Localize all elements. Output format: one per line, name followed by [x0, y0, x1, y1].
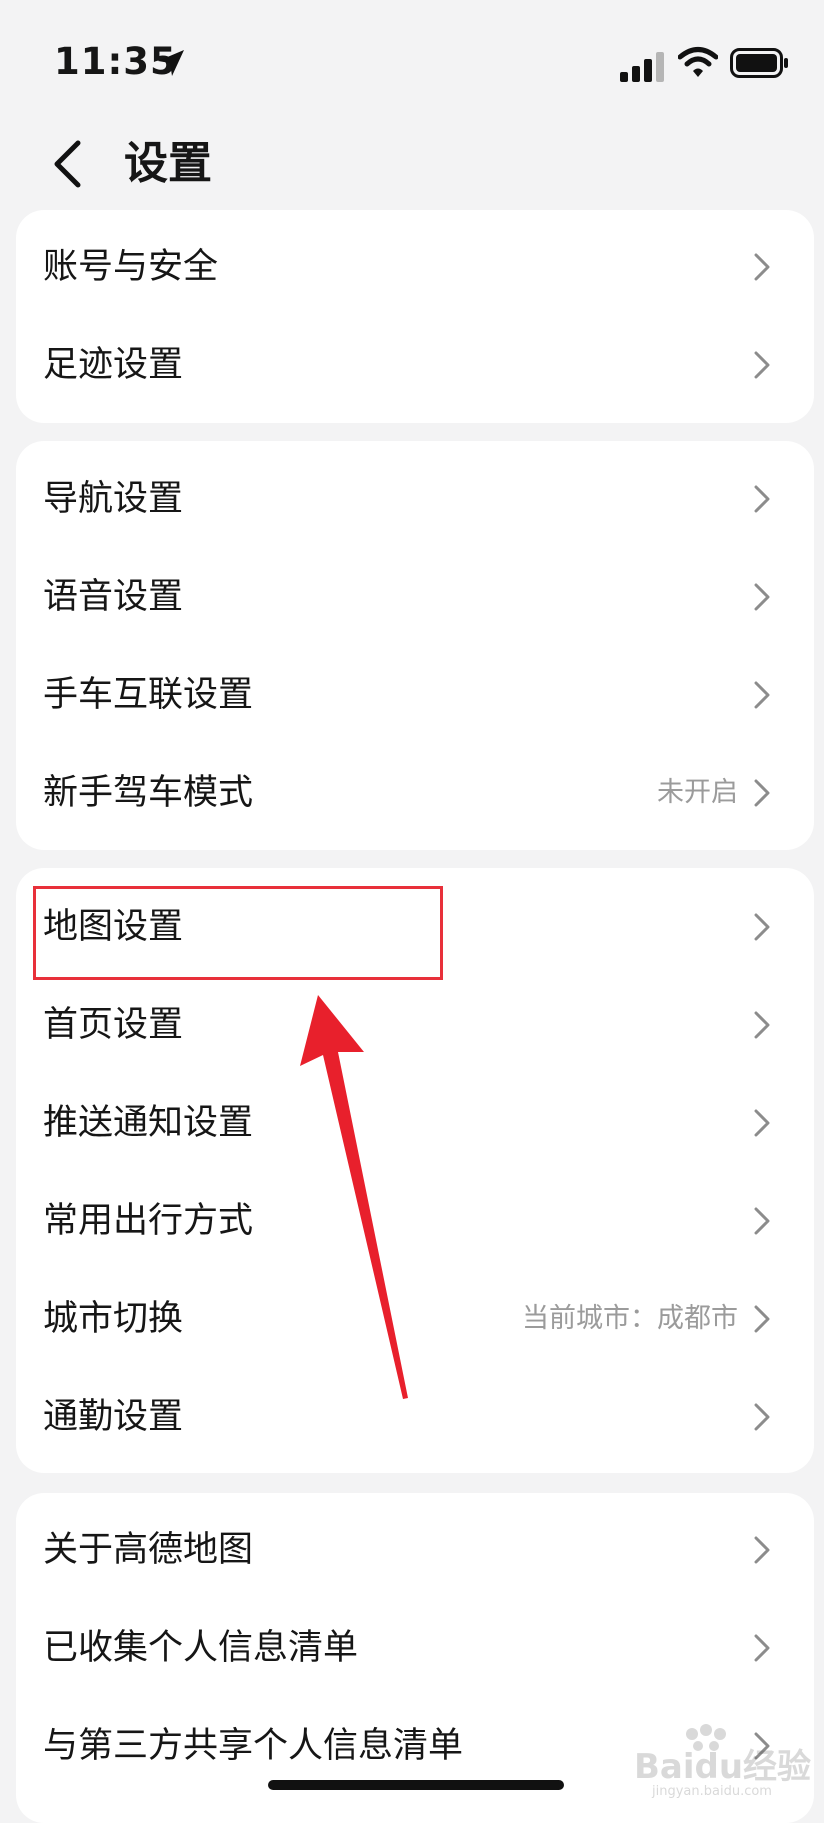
row-account-security[interactable]: 账号与安全: [16, 218, 814, 316]
back-button[interactable]: [42, 132, 92, 196]
row-label: 新手驾车模式: [43, 773, 254, 813]
row-label: 地图设置: [43, 907, 184, 947]
chevron-right-icon: [754, 1109, 770, 1137]
row-travel-mode[interactable]: 常用出行方式: [16, 1172, 814, 1270]
chevron-right-icon: [754, 485, 770, 513]
row-collected-personal-info[interactable]: 已收集个人信息清单: [16, 1599, 814, 1697]
row-push-notification-settings[interactable]: 推送通知设置: [16, 1074, 814, 1172]
row-phone-car-link-settings[interactable]: 手车互联设置: [16, 646, 814, 744]
chevron-right-icon: [754, 1536, 770, 1564]
row-label: 语音设置: [43, 577, 184, 617]
status-bar: 11:35: [0, 0, 824, 120]
row-footprint-settings[interactable]: 足迹设置: [16, 316, 814, 414]
row-commute-settings[interactable]: 通勤设置: [16, 1368, 814, 1466]
row-label: 足迹设置: [43, 345, 184, 385]
chevron-right-icon: [754, 1634, 770, 1662]
row-label: 导航设置: [43, 479, 184, 519]
chevron-right-icon: [754, 583, 770, 611]
chevron-right-icon: [754, 681, 770, 709]
header: 设置: [0, 120, 824, 206]
row-label: 账号与安全: [43, 247, 219, 287]
chevron-right-icon: [754, 1732, 770, 1760]
row-city-switch[interactable]: 城市切换 当前城市：成都市: [16, 1270, 814, 1368]
row-navigation-settings[interactable]: 导航设置: [16, 450, 814, 548]
settings-group-about: 关于高德地图 已收集个人信息清单 与第三方共享个人信息清单: [16, 1493, 814, 1823]
cellular-signal-icon: [620, 52, 664, 82]
row-voice-settings[interactable]: 语音设置: [16, 548, 814, 646]
chevron-right-icon: [754, 913, 770, 941]
back-chevron-icon: [54, 140, 81, 188]
row-label: 常用出行方式: [43, 1201, 254, 1241]
row-map-settings[interactable]: 地图设置: [16, 878, 814, 976]
chevron-right-icon: [754, 1403, 770, 1431]
row-novice-driving-mode[interactable]: 新手驾车模式 未开启: [16, 744, 814, 842]
battery-icon: [730, 48, 788, 78]
row-about-amap[interactable]: 关于高德地图: [16, 1501, 814, 1599]
row-homepage-settings[interactable]: 首页设置: [16, 976, 814, 1074]
settings-group-map: 地图设置 首页设置 推送通知设置 常用出行方式 城市切换 当前城市：成都市 通勤…: [16, 868, 814, 1473]
row-label: 手车互联设置: [43, 675, 254, 715]
row-label: 城市切换: [43, 1299, 184, 1339]
row-label: 关于高德地图: [43, 1530, 254, 1570]
home-indicator: [268, 1780, 564, 1790]
chevron-right-icon: [754, 351, 770, 379]
page-title: 设置: [124, 138, 212, 189]
row-label: 推送通知设置: [43, 1103, 254, 1143]
row-label: 已收集个人信息清单: [43, 1628, 359, 1668]
wifi-icon: [678, 47, 718, 77]
settings-group-account: 账号与安全 足迹设置: [16, 210, 814, 423]
row-status-value: 未开启: [657, 777, 738, 808]
chevron-right-icon: [754, 1011, 770, 1039]
settings-group-navigation: 导航设置 语音设置 手车互联设置 新手驾车模式 未开启: [16, 441, 814, 850]
chevron-right-icon: [754, 1207, 770, 1235]
chevron-right-icon: [754, 253, 770, 281]
chevron-right-icon: [754, 1305, 770, 1333]
row-label: 首页设置: [43, 1005, 184, 1045]
row-label: 通勤设置: [43, 1397, 184, 1437]
chevron-right-icon: [754, 779, 770, 807]
row-current-city-value: 当前城市：成都市: [522, 1303, 738, 1334]
location-arrow-icon: [158, 50, 184, 76]
